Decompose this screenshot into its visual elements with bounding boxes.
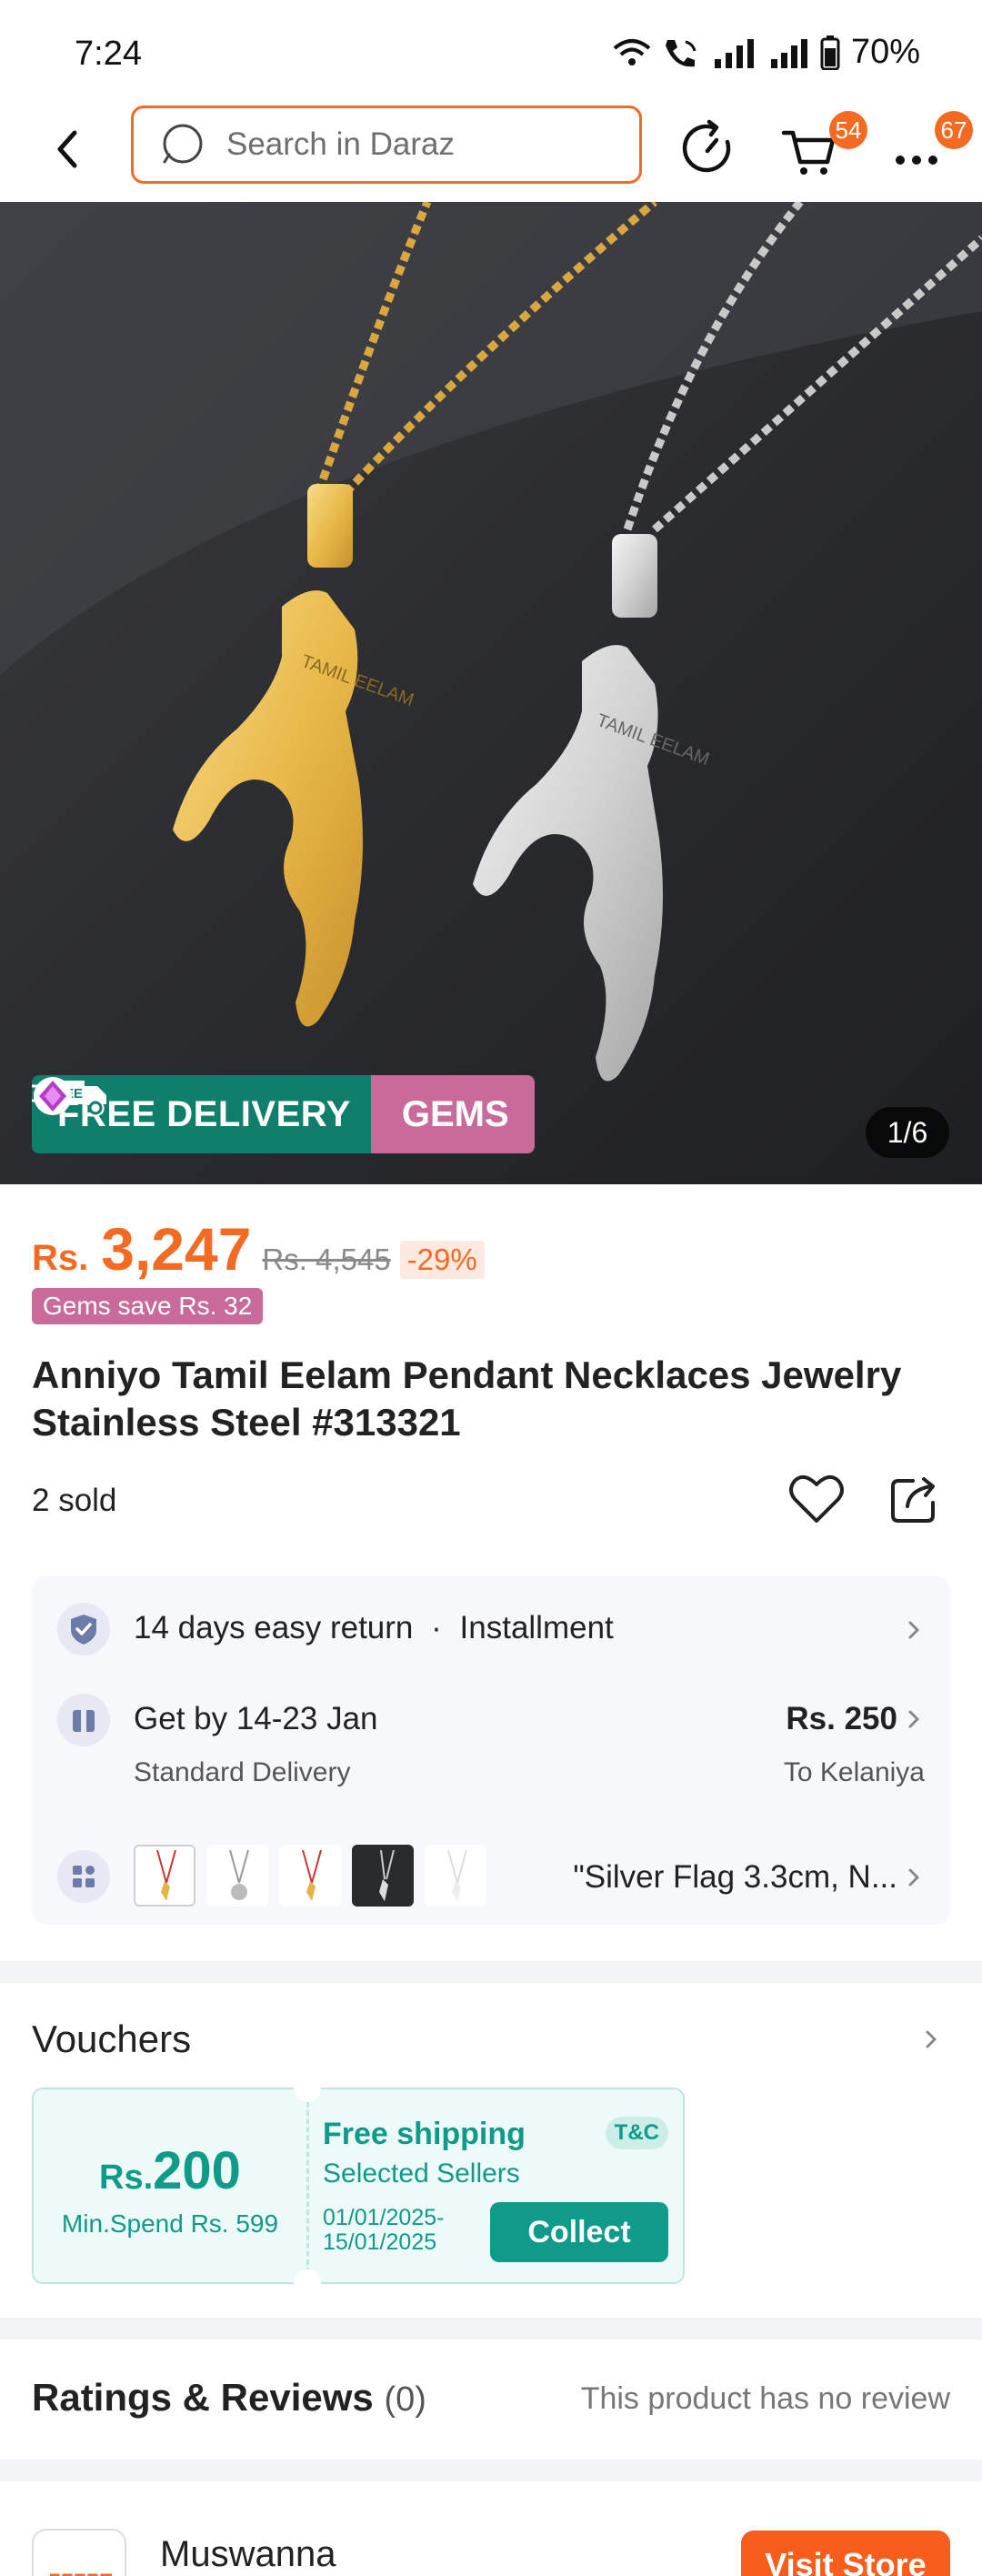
voucher-title: Free shipping <box>323 2117 526 2151</box>
section-divider <box>0 2318 982 2340</box>
currency: Rs. <box>32 1238 89 1278</box>
gems-badge: GEMS <box>34 1075 535 1153</box>
visit-store-button[interactable]: Visit Store <box>741 2531 950 2576</box>
parcel-icon <box>57 1694 110 1746</box>
delivery-date: Get by 14-23 Jan <box>134 1701 378 1736</box>
cart-button[interactable]: 54 <box>778 111 867 180</box>
wifi-icon <box>613 38 651 65</box>
status-time: 7:24 <box>75 35 142 73</box>
search-placeholder: Search in Daraz <box>226 126 455 162</box>
chevron-right-icon <box>908 1710 919 1728</box>
battery-percent: 70% <box>850 33 920 71</box>
store-name[interactable]: Muswanna <box>160 2534 336 2575</box>
no-review-text: This product has no review <box>580 2381 950 2416</box>
wishlist-heart-icon[interactable] <box>787 1472 846 1526</box>
delivery-fee: Rs. 250 <box>786 1701 897 1736</box>
return-row[interactable]: 14 days easy return · Installment <box>32 1575 950 1675</box>
image-counter: 1/6 <box>866 1107 949 1158</box>
discount-badge: -29% <box>399 1241 485 1279</box>
voucher-currency: Rs. <box>99 2158 154 2197</box>
battery-icon <box>820 35 840 70</box>
delivery-type: Standard Delivery <box>134 1757 351 1787</box>
voucher-separator <box>306 2102 309 2273</box>
original-price: Rs. 4,545 <box>262 1243 391 1276</box>
product-image: TAMIL EELAM TAMIL EELAM <box>0 202 982 1184</box>
back-arrow-icon[interactable] <box>40 120 95 178</box>
voucher-value: 200 <box>153 2141 241 2200</box>
top-nav: Search in Daraz 54 67 <box>0 100 982 202</box>
section-divider <box>0 2460 982 2481</box>
voucher-subtitle: Selected Sellers <box>323 2158 520 2189</box>
ratings-label: Ratings & Reviews <box>32 2376 374 2419</box>
vouchers-title: Vouchers <box>32 2018 192 2060</box>
variant-thumb[interactable] <box>134 1845 195 1907</box>
free-delivery-badge: FREE FREE DELIVERY <box>32 1075 371 1153</box>
variant-grid-icon <box>57 1850 110 1903</box>
signal-icon <box>714 38 754 68</box>
voucher-card: Rs.200 Min.Spend Rs. 599 Free shipping T… <box>32 2075 685 2297</box>
sold-count: 2 sold <box>32 1483 117 1518</box>
voucher-min-spend: Min.Spend Rs. 599 <box>61 2209 279 2238</box>
call-icon <box>665 39 696 66</box>
voucher-validity: 01/01/2025-15/01/2025 <box>323 2205 445 2255</box>
ratings-count: (0) <box>384 2380 426 2419</box>
chevron-right-icon[interactable] <box>920 2025 942 2054</box>
status-bar: 7:24 70% <box>0 0 982 100</box>
delivery-location: To Kelaniya <box>783 1757 925 1787</box>
shield-check-icon <box>57 1603 110 1655</box>
variant-thumb[interactable] <box>279 1845 341 1907</box>
storefront-icon <box>50 2571 112 2576</box>
gem-icon <box>34 1077 72 1115</box>
search-input[interactable]: Search in Daraz <box>131 106 642 184</box>
delivery-info-card: 14 days easy return · Installment Get by… <box>32 1575 950 1925</box>
chevron-right-icon <box>908 1868 919 1887</box>
delivery-row[interactable]: Get by 14-23 Jan Standard Delivery Rs. 2… <box>32 1694 950 1812</box>
cart-badge: 54 <box>829 111 867 149</box>
product-title: Anniyo Tamil Eelam Pendant Necklaces Jew… <box>32 1353 902 1444</box>
section-divider <box>0 1961 982 1983</box>
gems-save-badge: Gems save Rs. 32 <box>32 1288 264 1324</box>
promo-banner: FREE FREE DELIVERY GEMS <box>32 1075 535 1153</box>
status-icons: 70% <box>613 33 920 72</box>
signal-icon-2 <box>770 38 807 68</box>
voucher-amount: Rs.200 <box>34 2140 306 2201</box>
variant-thumb[interactable] <box>425 1845 486 1907</box>
more-button[interactable]: 67 <box>891 111 973 180</box>
variant-thumb[interactable] <box>206 1845 268 1907</box>
product-image-carousel[interactable]: TAMIL EELAM TAMIL EELAM FREE FREE DELIVE… <box>0 202 982 1184</box>
more-badge: 67 <box>935 111 973 149</box>
store-logo[interactable] <box>32 2529 126 2576</box>
share-icon[interactable] <box>887 1472 942 1526</box>
search-icon <box>163 124 203 164</box>
collect-button[interactable]: Collect <box>490 2202 668 2262</box>
current-price: 3,247 <box>101 1215 252 1283</box>
terms-badge[interactable]: T&C <box>605 2117 668 2149</box>
variant-row[interactable]: "Silver Flag 3.3cm, N... <box>32 1845 950 1914</box>
chevron-right-icon <box>908 1621 919 1639</box>
refresh-icon[interactable] <box>676 116 740 180</box>
return-text: 14 days easy return <box>134 1610 414 1645</box>
ratings-title: Ratings & Reviews (0) <box>32 2376 426 2420</box>
dot-separator: · <box>431 1610 442 1645</box>
variant-thumb[interactable] <box>352 1845 414 1907</box>
variant-thumbnails <box>134 1845 486 1907</box>
price-row: Rs. 3,247 Rs. 4,545 -29% <box>32 1214 485 1283</box>
variant-label: "Silver Flag 3.3cm, N... <box>573 1859 897 1895</box>
gems-label: GEMS <box>401 1093 509 1134</box>
installment-text: Installment <box>459 1610 614 1645</box>
